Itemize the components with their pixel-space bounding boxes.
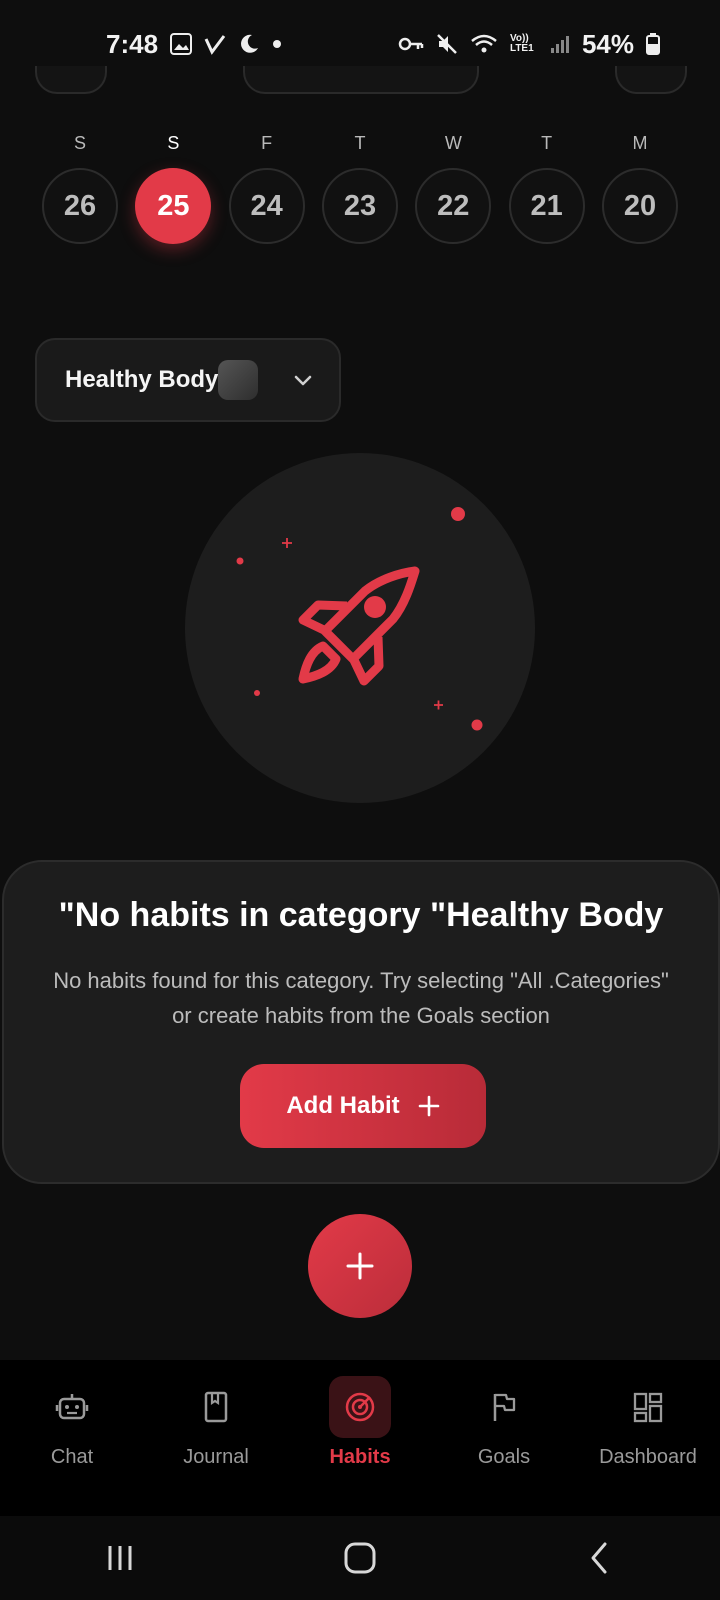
nav-icon-container [41, 1376, 103, 1438]
scrolled-card-center [243, 66, 479, 94]
empty-state-description: No habits found for this category. Try s… [53, 968, 669, 1028]
home-button[interactable] [320, 1528, 400, 1588]
back-icon [591, 1542, 607, 1574]
chevron-down-icon [295, 375, 312, 386]
add-fab-button[interactable] [308, 1214, 412, 1318]
day-number[interactable]: 26 [42, 168, 118, 244]
robot-icon [55, 1394, 89, 1420]
nav-icon-container [185, 1376, 247, 1438]
day-letter: T [541, 133, 553, 153]
day-letter: M [632, 133, 648, 153]
image-icon [170, 33, 193, 55]
recent-apps-button[interactable] [80, 1528, 160, 1588]
dashboard-icon [633, 1392, 663, 1423]
nav-label: Habits [329, 1446, 391, 1468]
day-letter: W [444, 133, 462, 153]
day-number[interactable]: 23 [321, 168, 398, 244]
day-number[interactable]: 25 [135, 168, 212, 244]
battery-percent: 54% [581, 28, 634, 59]
network-label: Vo)) LTE1 [509, 33, 534, 54]
day-letter: S [73, 133, 86, 153]
dot-icon [272, 39, 282, 49]
book-icon [204, 1391, 228, 1423]
day-number[interactable]: 20 [601, 168, 678, 244]
nav-label: Journal [183, 1446, 249, 1468]
day-number[interactable]: 22 [415, 168, 492, 244]
battery-icon [646, 33, 660, 55]
category-label: Healthy Body [65, 366, 219, 393]
category-color-swatch [218, 360, 259, 400]
key-icon [398, 34, 424, 54]
rocket-icon [236, 507, 483, 731]
nav-item-dashboard[interactable]: Dashboard [576, 1360, 720, 1469]
nav-item-goals[interactable]: Goals [432, 1360, 576, 1469]
plus-icon [346, 1252, 374, 1280]
day-21[interactable]: T 21 [507, 128, 587, 244]
day-number[interactable]: 21 [508, 168, 585, 244]
nav-item-habits[interactable]: Habits [288, 1360, 432, 1469]
empty-state-card: "No habits in category "Healthy Body No … [2, 860, 720, 1184]
nav-icon-container [473, 1376, 535, 1438]
scrolled-card-right [615, 66, 687, 94]
target-icon [345, 1392, 375, 1422]
nav-item-chat[interactable]: Chat [0, 1360, 144, 1469]
day-22[interactable]: W 22 [413, 128, 493, 244]
nav-item-journal[interactable]: Journal [144, 1360, 288, 1469]
day-25-selected[interactable]: S 25 [133, 128, 213, 244]
back-button[interactable] [560, 1528, 640, 1588]
nav-icon-container [617, 1376, 679, 1438]
recent-apps-icon [108, 1546, 132, 1570]
signal-icon [550, 34, 570, 54]
day-26[interactable]: S 26 [40, 128, 120, 244]
day-letter: F [261, 133, 273, 153]
system-nav-bar [0, 1516, 720, 1600]
day-letter: S [167, 133, 180, 153]
empty-state-title: "No habits in category "Healthy Body [58, 896, 664, 934]
day-20[interactable]: M 20 [600, 128, 680, 244]
nav-label: Chat [50, 1446, 94, 1468]
mute-icon [436, 33, 458, 55]
day-number[interactable]: 24 [228, 168, 305, 244]
flag-icon [493, 1393, 516, 1421]
status-time: 7:48 [106, 28, 159, 59]
wifi-icon [470, 33, 498, 55]
add-habit-button[interactable]: Add Habit [240, 1064, 486, 1148]
nav-icon-container [329, 1376, 391, 1438]
empty-illustration [185, 453, 535, 803]
day-24[interactable]: F 24 [227, 128, 307, 244]
check-icon [204, 33, 226, 55]
add-habit-label: Add Habit [286, 1092, 400, 1119]
nav-label: Dashboard [599, 1446, 697, 1468]
moon-icon [238, 33, 260, 55]
category-dropdown[interactable]: Healthy Body [35, 338, 341, 422]
nav-label: Goals [477, 1446, 531, 1468]
home-icon [344, 1542, 376, 1574]
scrolled-card-left [35, 66, 107, 94]
day-23[interactable]: T 23 [320, 128, 400, 244]
week-calendar: S 26 S 25 F 24 T 23 W 22 T 21 M 20 [40, 128, 680, 244]
bottom-nav: Chat Journal Habits Goals Dashboard [0, 1360, 720, 1516]
day-letter: T [354, 133, 366, 153]
plus-icon [418, 1095, 439, 1117]
